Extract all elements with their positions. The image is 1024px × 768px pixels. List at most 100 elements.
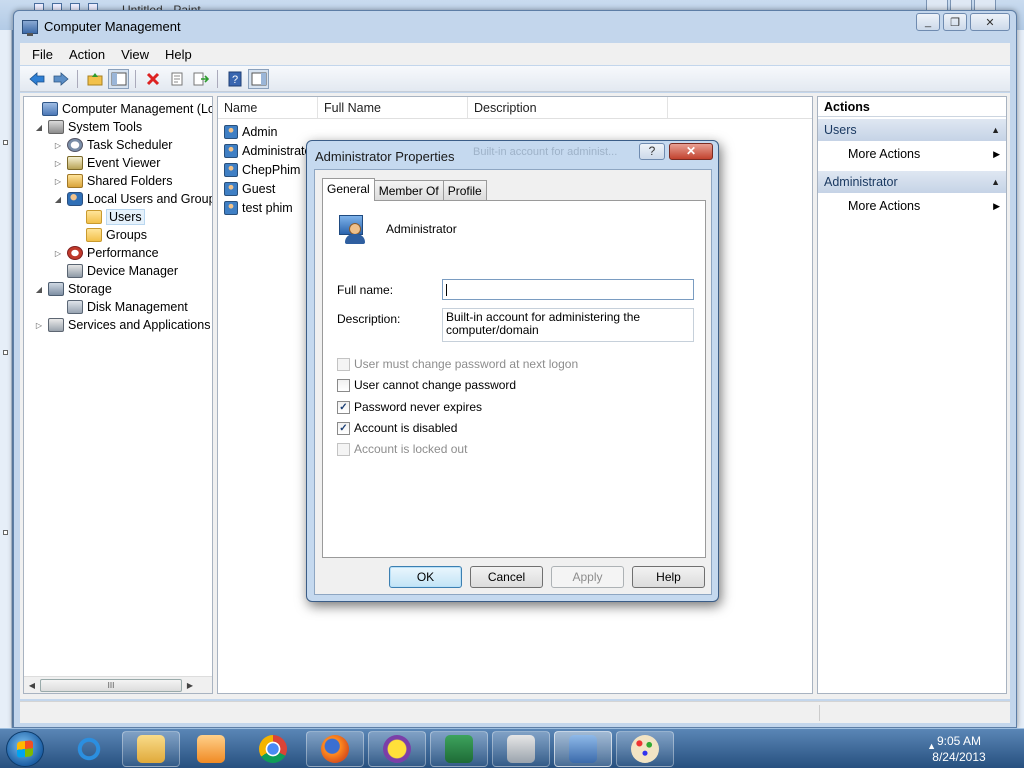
apply-button[interactable]: Apply <box>551 566 624 588</box>
checkbox-box[interactable] <box>337 442 350 456</box>
expand-arrow-icon[interactable]: ▷ <box>53 159 63 168</box>
menu-help[interactable]: Help <box>157 47 200 62</box>
list-item[interactable]: test phim <box>224 198 293 217</box>
expand-arrow-icon[interactable]: ▷ <box>34 321 44 330</box>
more-actions-administrator[interactable]: More Actions ▶ <box>818 193 1006 219</box>
internet-explorer-icon[interactable] <box>60 731 118 767</box>
full-name-field[interactable] <box>442 279 694 300</box>
chrome-icon[interactable] <box>244 731 302 767</box>
export-list-icon[interactable] <box>190 69 211 89</box>
properties-icon[interactable] <box>166 69 187 89</box>
tree-item-users[interactable]: Users <box>72 208 145 226</box>
tree-item-local-users-and-groups[interactable]: ◢ Local Users and Groups <box>53 190 212 208</box>
user-icon <box>224 181 238 196</box>
up-folder-icon[interactable] <box>84 69 105 89</box>
dialog-help-button[interactable]: ? <box>639 143 665 160</box>
excel-icon[interactable] <box>430 731 488 767</box>
paint-icon[interactable] <box>616 731 674 767</box>
expand-arrow-icon[interactable]: ▷ <box>53 249 63 258</box>
password-never-expires-checkbox[interactable]: ✓ Password never expires <box>337 399 482 415</box>
tree-horizontal-scrollbar[interactable]: ◀ III ▶ <box>24 676 212 693</box>
collapse-arrow-icon[interactable]: ◢ <box>34 285 44 294</box>
collapse-up-icon[interactable]: ▲ <box>991 119 1000 141</box>
actions-section-users[interactable]: Users ▲ <box>818 119 1006 141</box>
column-header-full-name[interactable]: Full Name <box>318 97 468 118</box>
tree-item-storage[interactable]: ◢ Storage <box>34 280 112 298</box>
dialog-title: Administrator Properties <box>315 149 455 164</box>
tree-item-event-viewer[interactable]: ▷ Event Viewer <box>53 154 160 172</box>
list-item[interactable]: ChepPhim <box>224 160 300 179</box>
menu-file[interactable]: File <box>24 47 61 62</box>
action-label: More Actions <box>848 147 921 161</box>
menu-action[interactable]: Action <box>61 47 113 62</box>
tab-profile[interactable]: Profile <box>442 180 487 200</box>
tree-item-task-scheduler[interactable]: ▷ Task Scheduler <box>53 136 172 154</box>
list-item-label: ChepPhim <box>242 162 301 177</box>
console-tree: Computer Management (Local ◢ System Tools… <box>23 96 213 694</box>
back-arrow-icon[interactable] <box>26 69 47 89</box>
start-button[interactable] <box>6 731 44 767</box>
ok-button[interactable]: OK <box>389 566 462 588</box>
list-item[interactable]: Admin <box>224 122 277 141</box>
show-hide-tree-icon[interactable] <box>108 68 129 89</box>
list-item[interactable]: Guest <box>224 179 275 198</box>
usb-drive-icon[interactable] <box>492 731 550 767</box>
media-player-icon[interactable] <box>182 731 240 767</box>
users-icon <box>67 192 83 206</box>
tree-item-label: Task Scheduler <box>87 138 173 152</box>
actions-section-administrator[interactable]: Administrator ▲ <box>818 171 1006 193</box>
clock[interactable]: 9:05 AM 8/24/2013 <box>904 733 1014 765</box>
scroll-right-icon[interactable]: ▶ <box>182 681 198 690</box>
tree-item-shared-folders[interactable]: ▷ Shared Folders <box>53 172 172 190</box>
maximize-button[interactable]: ❐ <box>943 13 967 31</box>
list-item[interactable]: Administrator <box>224 141 316 160</box>
tree-item-disk-management[interactable]: Disk Management <box>53 298 188 316</box>
collapse-arrow-icon[interactable]: ◢ <box>53 195 63 204</box>
checkbox-box[interactable] <box>337 357 350 371</box>
collapse-up-icon[interactable]: ▲ <box>991 171 1000 193</box>
expand-arrow-icon[interactable]: ▷ <box>53 177 63 186</box>
more-actions-users[interactable]: More Actions ▶ <box>818 141 1006 167</box>
account-disabled-checkbox[interactable]: ✓ Account is disabled <box>337 420 457 436</box>
minimize-button[interactable]: _ <box>916 13 940 31</box>
menu-view[interactable]: View <box>113 47 157 62</box>
close-button[interactable]: ✕ <box>970 13 1010 31</box>
tab-member-of[interactable]: Member Of <box>373 180 444 200</box>
scroll-left-icon[interactable]: ◀ <box>24 681 40 690</box>
scroll-thumb[interactable]: III <box>40 678 182 692</box>
checkbox-box[interactable] <box>337 378 350 392</box>
cancel-button[interactable]: Cancel <box>470 566 543 588</box>
section-title: Users <box>824 123 857 137</box>
collapse-arrow-icon[interactable]: ◢ <box>34 123 44 132</box>
computer-management-icon[interactable] <box>554 731 612 767</box>
help-icon[interactable]: ? <box>224 69 245 89</box>
must-change-password-checkbox[interactable]: User must change password at next logon <box>337 356 578 372</box>
forward-arrow-icon[interactable] <box>50 69 71 89</box>
file-explorer-icon[interactable] <box>122 731 180 767</box>
column-header-description[interactable]: Description <box>468 97 668 118</box>
column-header-name[interactable]: Name <box>218 97 318 118</box>
description-field[interactable]: Built-in account for administering the c… <box>442 308 694 342</box>
checkmark-icon[interactable]: ✓ <box>337 421 350 435</box>
tree-item-label: Shared Folders <box>87 174 173 188</box>
cannot-change-password-checkbox[interactable]: User cannot change password <box>337 377 516 393</box>
tree-item-groups[interactable]: Groups <box>72 226 147 244</box>
user-icon <box>224 124 238 139</box>
tab-general[interactable]: General <box>322 178 375 201</box>
delete-icon[interactable] <box>142 69 163 89</box>
checkmark-icon[interactable]: ✓ <box>337 400 350 414</box>
tree-item-system-tools[interactable]: ◢ System Tools <box>34 118 142 136</box>
show-hide-action-pane-icon[interactable] <box>248 68 269 89</box>
tree-item-services-and-applications[interactable]: ▷ Services and Applications <box>34 316 210 334</box>
submenu-arrow-icon: ▶ <box>993 201 1000 211</box>
tree-item-device-manager[interactable]: Device Manager <box>53 262 178 280</box>
tree-item-performance[interactable]: ▷ Performance <box>53 244 159 262</box>
tree-item-computer-management[interactable]: Computer Management (Local <box>28 100 212 118</box>
help-button[interactable]: Help <box>632 566 705 588</box>
expand-arrow-icon[interactable]: ▷ <box>53 141 63 150</box>
account-locked-out-checkbox[interactable]: Account is locked out <box>337 441 467 457</box>
list-item-label: Administrator <box>242 143 316 158</box>
dialog-close-button[interactable]: ✕ <box>669 143 713 160</box>
firefox-icon[interactable] <box>306 731 364 767</box>
yahoo-messenger-icon[interactable] <box>368 731 426 767</box>
